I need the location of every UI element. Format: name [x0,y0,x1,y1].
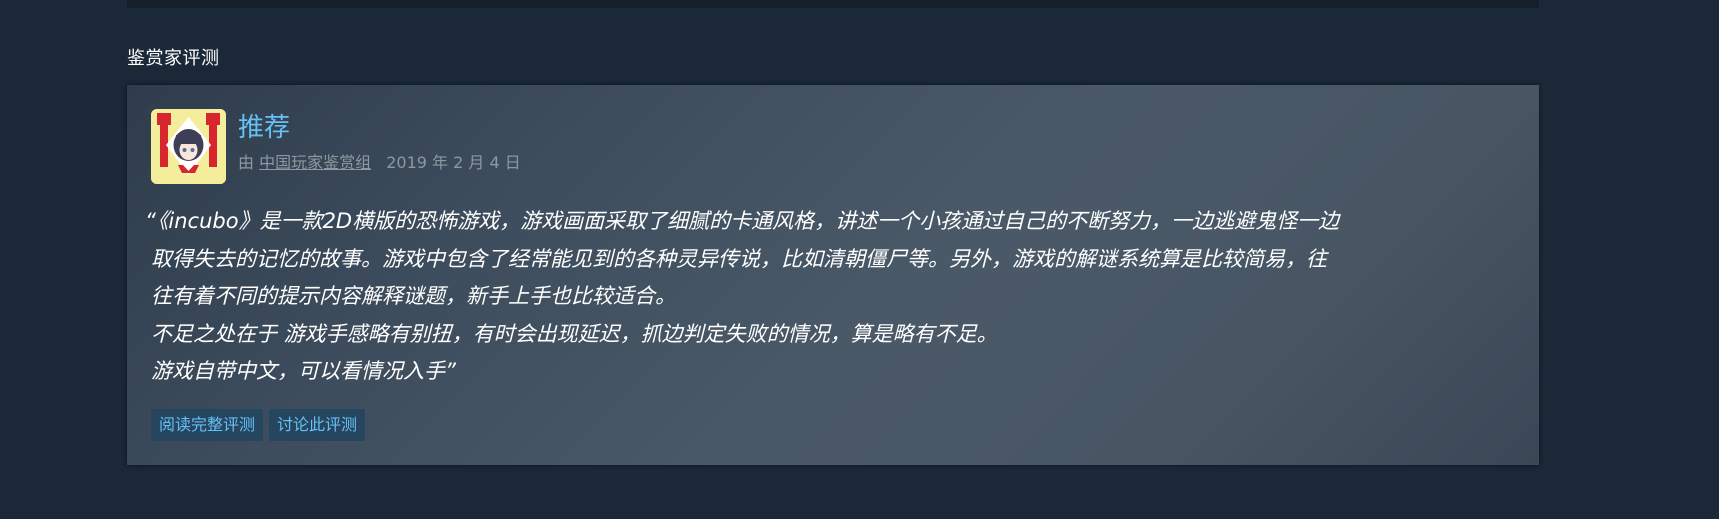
top-strip [127,0,1539,8]
curator-name-link[interactable]: 中国玩家鉴赏组 [259,153,371,172]
open-quote-mark: “ [145,209,156,233]
recommendation-label: 推荐 [238,113,291,143]
curator-avatar-icon[interactable] [151,109,226,184]
review-quote: “《incubo》是一款2D横版的恐怖游戏，游戏画面采取了细腻的卡通风格，讲述一… [145,203,1515,391]
review-date: 2019 年 2 月 4 日 [386,153,521,172]
quote-line: 往有着不同的提示内容解释谜题，新手上手也比较适合。 [151,284,676,308]
review-actions: 阅读完整评测 讨论此评测 [151,409,366,441]
review-byline: 由 中国玩家鉴赏组 2019 年 2 月 4 日 [238,149,521,173]
quote-line: 取得失去的记忆的故事。游戏中包含了经常能见到的各种灵异传说，比如清朝僵尸等。另外… [151,246,1327,271]
quote-line: 不足之处在于 游戏手感略有别扭，有时会出现延迟，抓边判定失败的情况，算是略有不足… [151,321,998,346]
close-quote-mark: ” [445,359,456,383]
quote-line: “《incubo》是一款2D横版的恐怖游戏，游戏画面采取了细腻的卡通风格，讲述一… [145,209,1340,233]
section-title: 鉴赏家评测 [127,48,220,69]
read-full-review-button[interactable]: 阅读完整评测 [151,409,264,441]
by-prefix: 由 [238,153,255,172]
curator-review-card: 推荐 由 中国玩家鉴赏组 2019 年 2 月 4 日 “《incubo》是一款… [127,85,1539,465]
discuss-review-button[interactable]: 讨论此评测 [269,409,366,441]
quote-line: 游戏自带中文，可以看情况入手” [151,359,456,383]
